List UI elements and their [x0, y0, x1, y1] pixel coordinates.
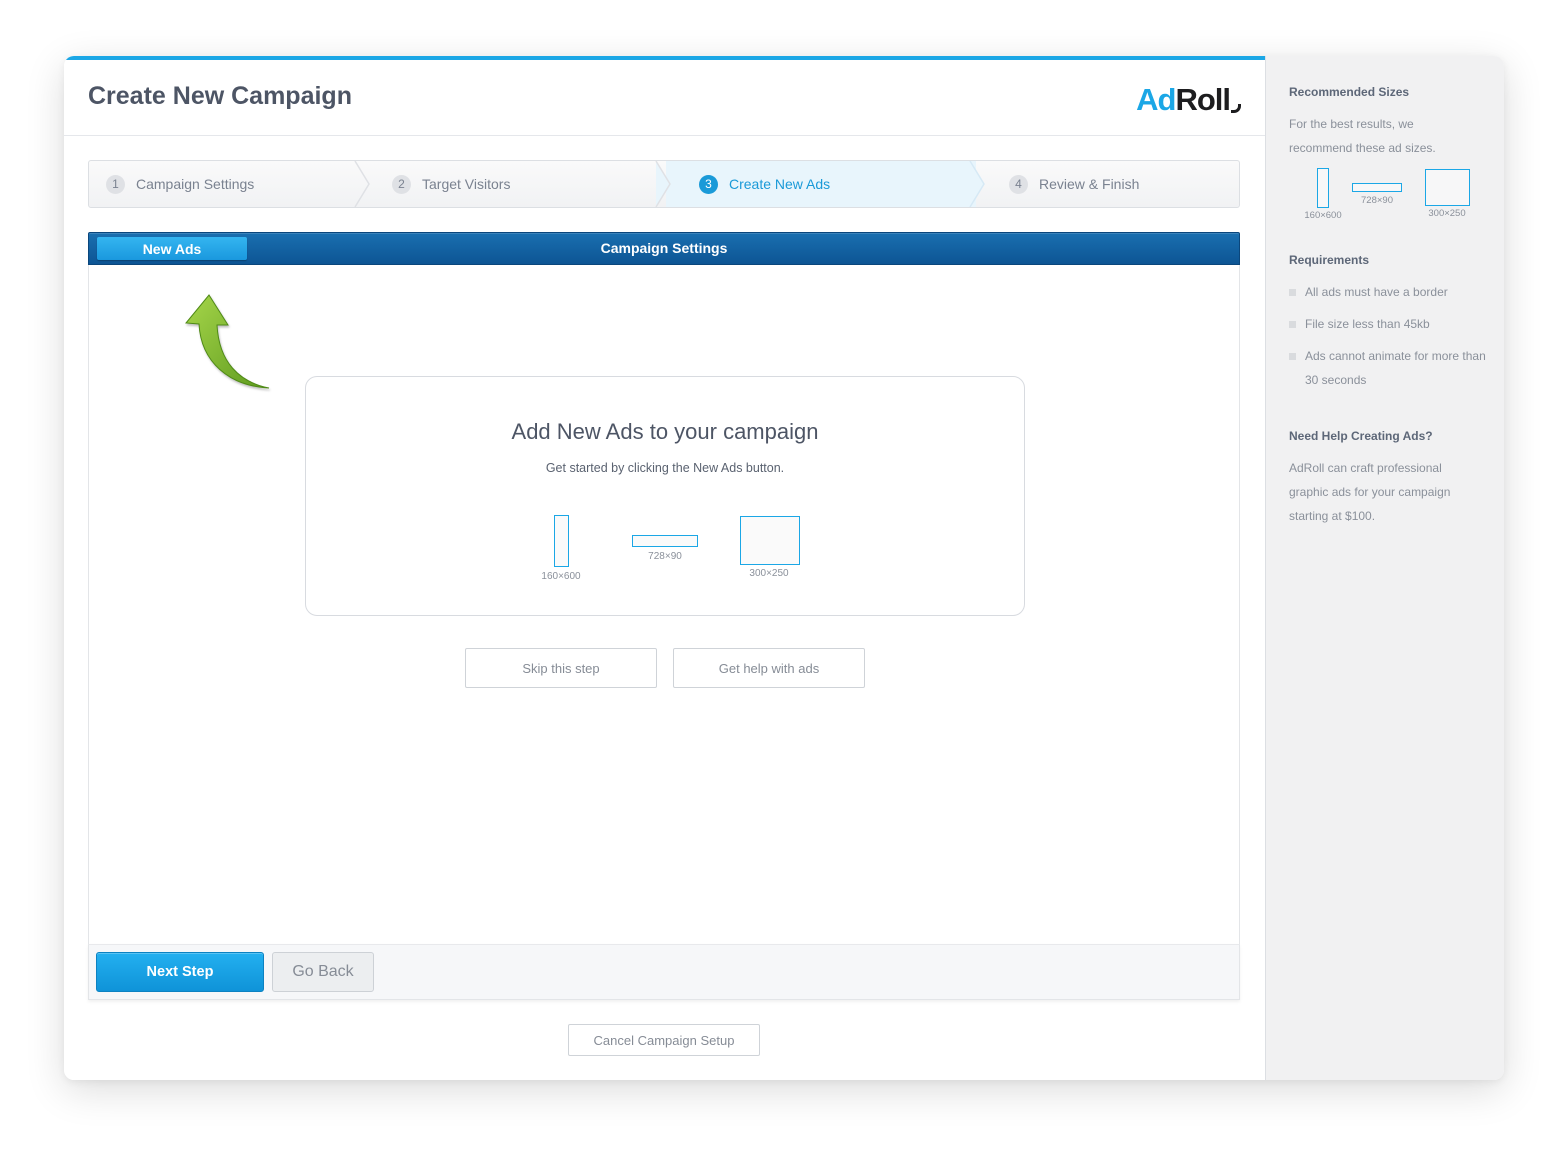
bullet-icon: [1289, 289, 1296, 296]
step-campaign-settings[interactable]: 1 Campaign Settings: [89, 161, 359, 207]
requirements-heading: Requirements: [1289, 253, 1370, 267]
step-label: Campaign Settings: [136, 176, 255, 192]
size-skyscraper-icon: [1317, 168, 1329, 208]
skip-step-button[interactable]: Skip this step: [465, 648, 657, 688]
size-leaderboard-icon: [1352, 183, 1402, 192]
need-help-text: AdRoll can craft professional graphic ad…: [1289, 461, 1451, 523]
step-number: 4: [1009, 174, 1028, 194]
step-label: Create New Ads: [729, 176, 831, 192]
go-back-button[interactable]: Go Back: [272, 952, 374, 992]
logo-hook-icon: [1231, 104, 1241, 113]
ad-size-label: 160×600: [541, 571, 581, 582]
bullet-icon: [1289, 353, 1296, 360]
need-help-heading: Need Help Creating Ads?: [1289, 429, 1433, 443]
size-label: 160×600: [1304, 210, 1342, 221]
add-ads-card: Add New Ads to your campaign Get started…: [305, 376, 1025, 616]
step-label: Review & Finish: [1039, 176, 1140, 192]
step-separator-icon: [354, 161, 370, 207]
content-panel: Add New Ads to your campaign Get started…: [88, 265, 1240, 1000]
ad-size-label: 300×250: [749, 568, 789, 579]
cancel-campaign-button[interactable]: Cancel Campaign Setup: [568, 1024, 760, 1056]
ad-size-rectangle-icon: [740, 516, 800, 565]
step-separator-icon: [966, 161, 985, 207]
step-review-finish[interactable]: 4 Review & Finish: [976, 161, 1239, 207]
recommended-sizes-heading: Recommended Sizes: [1289, 85, 1410, 99]
ad-size-label: 728×90: [648, 551, 682, 562]
recommended-sizes-text: For the best results, we recommend these…: [1289, 117, 1436, 155]
requirement-item: Ads cannot animate for more than 30 seco…: [1289, 344, 1494, 392]
step-create-new-ads[interactable]: 3 Create New Ads: [666, 161, 976, 207]
step-label: Target Visitors: [422, 176, 511, 192]
ad-size-leaderboard-icon: [632, 535, 698, 547]
requirement-text: File size less than 45kb: [1305, 317, 1430, 331]
editor-toolbar: New Ads Campaign Settings: [88, 232, 1240, 265]
requirement-item: File size less than 45kb: [1289, 312, 1489, 336]
card-subtitle: Get started by clicking the New Ads butt…: [545, 461, 785, 475]
page-title: Create New Campaign: [88, 82, 352, 110]
next-step-button[interactable]: Next Step: [96, 952, 264, 992]
step-number: 2: [392, 174, 411, 194]
bullet-icon: [1289, 321, 1296, 328]
ad-size-skyscraper-icon: [554, 515, 569, 567]
requirement-text: All ads must have a border: [1305, 285, 1448, 299]
requirement-item: All ads must have a border: [1289, 280, 1489, 304]
footer-action-bar: Next Step Go Back: [88, 944, 1240, 1000]
size-label: 728×90: [1361, 195, 1393, 206]
requirement-text: Ads cannot animate for more than 30 seco…: [1305, 349, 1486, 387]
header: Create New Campaign Ad Roll: [64, 60, 1265, 136]
main-pane: Create New Campaign Ad Roll 1 Campaign Se…: [64, 56, 1265, 1080]
toolbar-title: Campaign Settings: [600, 240, 728, 256]
step-number: 1: [106, 174, 125, 194]
logo-roll-text: Roll: [1175, 82, 1231, 117]
size-label: 300×250: [1428, 208, 1466, 219]
help-sidebar: Recommended Sizes For the best results, …: [1265, 56, 1504, 1080]
step-target-visitors[interactable]: 2 Target Visitors: [359, 161, 666, 207]
wizard-steps: 1 Campaign Settings 2 Target Visitors 3 …: [88, 160, 1240, 208]
size-rectangle-icon: [1425, 169, 1470, 206]
green-arrow-icon: [185, 294, 270, 389]
card-title: Add New Ads to your campaign: [511, 419, 819, 444]
app-window: Create New Campaign Ad Roll 1 Campaign Se…: [64, 56, 1504, 1080]
adroll-logo: Ad Roll: [1136, 82, 1241, 118]
get-help-button[interactable]: Get help with ads: [673, 648, 865, 688]
step-number: 3: [699, 174, 718, 194]
step-separator-icon: [655, 161, 671, 207]
logo-ad-text: Ad: [1136, 82, 1176, 117]
